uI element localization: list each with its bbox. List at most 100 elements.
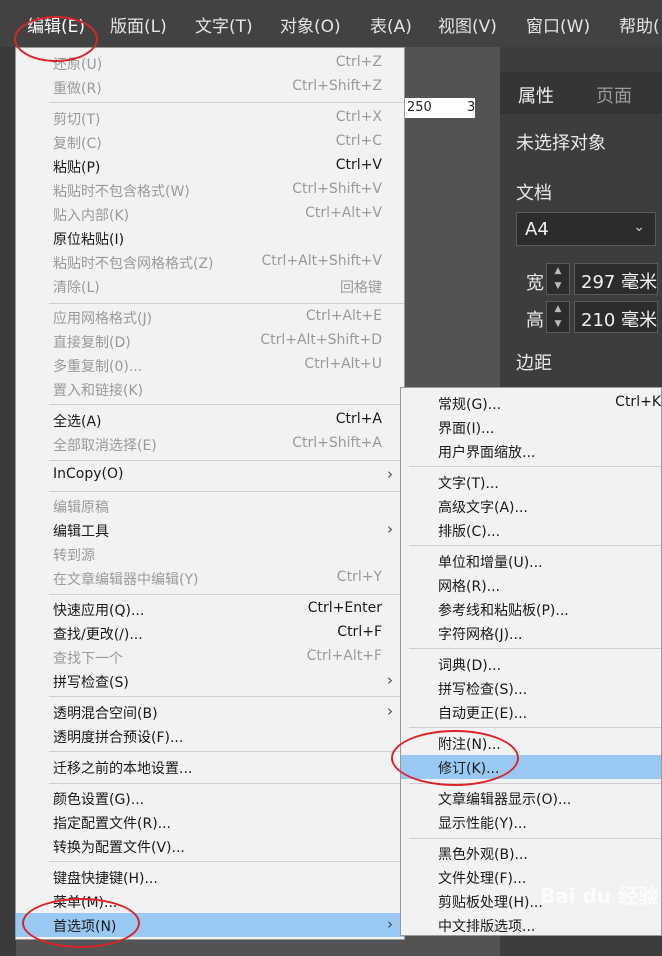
height-field[interactable]: 210 毫米 (574, 301, 658, 333)
menu-separator (409, 466, 661, 467)
edit-menu-item[interactable]: 粘贴(P) Ctrl+V (16, 154, 404, 178)
edit-menu-item[interactable]: 还原(U) Ctrl+Z (16, 51, 404, 75)
menu-view[interactable]: 视图(V) (438, 12, 497, 37)
width-field[interactable]: 297 毫米 (574, 263, 658, 295)
menu-edit[interactable]: 编辑(E) (27, 12, 85, 37)
edit-menu-item[interactable]: 迁移之前的本地设置... (16, 755, 404, 779)
menu-item-label: 重做(R) (53, 81, 102, 97)
menu-item-label: 首选项(N) (53, 919, 117, 935)
edit-menu-item[interactable]: 编辑工具 › (16, 518, 404, 542)
edit-menu-item[interactable]: 粘贴时不包含网格格式(Z) Ctrl+Alt+Shift+V (16, 250, 404, 274)
menu-item-label: 多重复制(0)... (53, 359, 143, 375)
edit-menu-item[interactable]: 全选(A) Ctrl+A (16, 408, 404, 432)
height-stepper[interactable]: ▲ ▼ (546, 301, 570, 333)
edit-menu-item[interactable]: 置入和链接(K) (16, 377, 404, 401)
menu-item-shortcut: Ctrl+X (335, 109, 382, 125)
menu-type[interactable]: 文字(T) (195, 12, 253, 37)
menu-separator (49, 861, 404, 862)
preferences-menu-item[interactable]: 排版(C)... (401, 518, 661, 542)
menu-item-label: 置入和链接(K) (53, 383, 144, 399)
menu-item-label: 剪贴板处理(H)... (438, 895, 543, 911)
edit-menu-item[interactable]: 首选项(N) › (16, 913, 404, 937)
menu-item-label: 网格(R)... (438, 579, 501, 595)
menu-item-shortcut: Ctrl+Alt+E (305, 308, 382, 324)
preferences-submenu: 常规(G)... Ctrl+K 界面(I)... 用户界面缩放... 文字(T)... 高… (400, 387, 662, 936)
edit-menu-item[interactable]: 转换为配置文件(V)... (16, 834, 404, 858)
menu-item-label: 贴入内部(K) (53, 208, 130, 224)
edit-menu-item[interactable]: 在文章编辑器中编辑(Y) Ctrl+Y (16, 566, 404, 590)
edit-menu-item[interactable]: 应用网格格式(J) Ctrl+Alt+E (16, 305, 404, 329)
menu-item-label: 排版(C)... (438, 524, 501, 540)
menu-separator (409, 648, 661, 649)
preferences-menu-item[interactable]: 界面(I)... (401, 415, 661, 439)
menu-item-label: 快速应用(Q)... (53, 603, 145, 619)
edit-menu-item[interactable]: 透明度拼合预设(F)... (16, 724, 404, 748)
menu-item-shortcut: Ctrl+Enter (307, 600, 382, 616)
menu-window[interactable]: 窗口(W) (526, 12, 590, 37)
menu-item-label: 全部取消选择(E) (53, 438, 157, 454)
edit-menu-item[interactable]: 全部取消选择(E) Ctrl+Shift+A (16, 432, 404, 456)
menu-item-shortcut: 回格键 (340, 280, 382, 296)
preferences-menu-item[interactable]: 附注(N)... (401, 731, 661, 755)
height-value: 210 毫米 (581, 310, 658, 331)
edit-menu-item[interactable]: 多重复制(0)... Ctrl+Alt+U (16, 353, 404, 377)
edit-menu-item[interactable]: 重做(R) Ctrl+Shift+Z (16, 75, 404, 99)
menu-help[interactable]: 帮助( (619, 12, 660, 37)
preferences-menu-item[interactable]: 参考线和粘贴板(P)... (401, 597, 661, 621)
preferences-menu-item[interactable]: 显示性能(Y)... (401, 810, 661, 834)
edit-menu-item[interactable]: 键盘快捷键(H)... (16, 865, 404, 889)
menu-item-label: 在文章编辑器中编辑(Y) (53, 572, 199, 588)
tab-properties[interactable]: 属性 (518, 82, 554, 108)
edit-menu-item[interactable]: 颜色设置(G)... (16, 786, 404, 810)
edit-menu-item[interactable]: 查找/更改(/)... Ctrl+F (16, 621, 404, 645)
preferences-menu-item[interactable]: 自动更正(E)... (401, 700, 661, 724)
preferences-menu-item[interactable]: 字符网格(J)... (401, 621, 661, 645)
menu-item-label: 全选(A) (53, 414, 102, 430)
page-size-select[interactable]: A4 ⌄ (516, 212, 656, 246)
preferences-menu-item[interactable]: 文章编辑器显示(O)... (401, 786, 661, 810)
edit-menu-item[interactable]: 贴入内部(K) Ctrl+Alt+V (16, 202, 404, 226)
edit-menu-item[interactable]: 拼写检查(S) › (16, 669, 404, 693)
menu-item-label: 查找/更改(/)... (53, 627, 143, 643)
menu-item-shortcut: Ctrl+Alt+Shift+V (261, 253, 382, 269)
edit-menu-item[interactable]: 复制(C) Ctrl+C (16, 130, 404, 154)
menu-item-label: 拼写检查(S) (53, 675, 129, 691)
menu-item-shortcut: Ctrl+Alt+V (305, 205, 382, 221)
chevron-right-icon: › (387, 915, 393, 933)
edit-menu-item[interactable]: 透明混合空间(B) › (16, 700, 404, 724)
width-stepper[interactable]: ▲ ▼ (546, 263, 570, 295)
edit-menu-item[interactable]: InCopy(O) › (16, 463, 404, 487)
preferences-menu-item[interactable]: 拼写检查(S)... (401, 676, 661, 700)
menu-layout[interactable]: 版面(L) (110, 12, 167, 37)
preferences-menu-item[interactable]: 网格(R)... (401, 573, 661, 597)
edit-menu-item[interactable]: 清除(L) 回格键 (16, 274, 404, 298)
preferences-menu-item[interactable]: 文字(T)... (401, 470, 661, 494)
edit-menu-item[interactable]: 菜单(M)... (16, 889, 404, 913)
preferences-menu-item[interactable]: 黑色外观(B)... (401, 841, 661, 865)
tab-pages[interactable]: 页面 (596, 82, 632, 108)
edit-menu-item[interactable]: 查找下一个 Ctrl+Alt+F (16, 645, 404, 669)
preferences-menu-item[interactable]: 修订(K)... (401, 755, 661, 779)
preferences-menu-item[interactable]: 中文排版选项... (401, 913, 661, 937)
edit-menu-item[interactable]: 编辑原稿 (16, 494, 404, 518)
menu-item-label: InCopy(O) (53, 466, 124, 482)
menu-item-shortcut: Ctrl+C (335, 133, 382, 149)
preferences-menu-item[interactable]: 单位和增量(U)... (401, 549, 661, 573)
edit-menu-item[interactable]: 粘贴时不包含格式(W) Ctrl+Shift+V (16, 178, 404, 202)
menu-object[interactable]: 对象(O) (280, 12, 341, 37)
edit-menu-item[interactable]: 转到源 (16, 542, 404, 566)
menu-item-shortcut: Ctrl+Shift+Z (292, 78, 382, 94)
edit-menu-item[interactable]: 直接复制(D) Ctrl+Alt+Shift+D (16, 329, 404, 353)
menu-item-shortcut: Ctrl+Y (336, 569, 382, 585)
menu-table[interactable]: 表(A) (370, 12, 412, 37)
preferences-menu-item[interactable]: 用户界面缩放... (401, 439, 661, 463)
preferences-menu-item[interactable]: 词典(D)... (401, 652, 661, 676)
preferences-menu-item[interactable]: 常规(G)... Ctrl+K (401, 391, 661, 415)
edit-menu-item[interactable]: 原位粘贴(I) (16, 226, 404, 250)
menu-separator (49, 460, 404, 461)
edit-menu-item[interactable]: 指定配置文件(R)... (16, 810, 404, 834)
edit-menu-item[interactable]: 剪切(T) Ctrl+X (16, 106, 404, 130)
menu-item-shortcut: Ctrl+Shift+V (292, 181, 382, 197)
edit-menu-item[interactable]: 快速应用(Q)... Ctrl+Enter (16, 597, 404, 621)
preferences-menu-item[interactable]: 高级文字(A)... (401, 494, 661, 518)
